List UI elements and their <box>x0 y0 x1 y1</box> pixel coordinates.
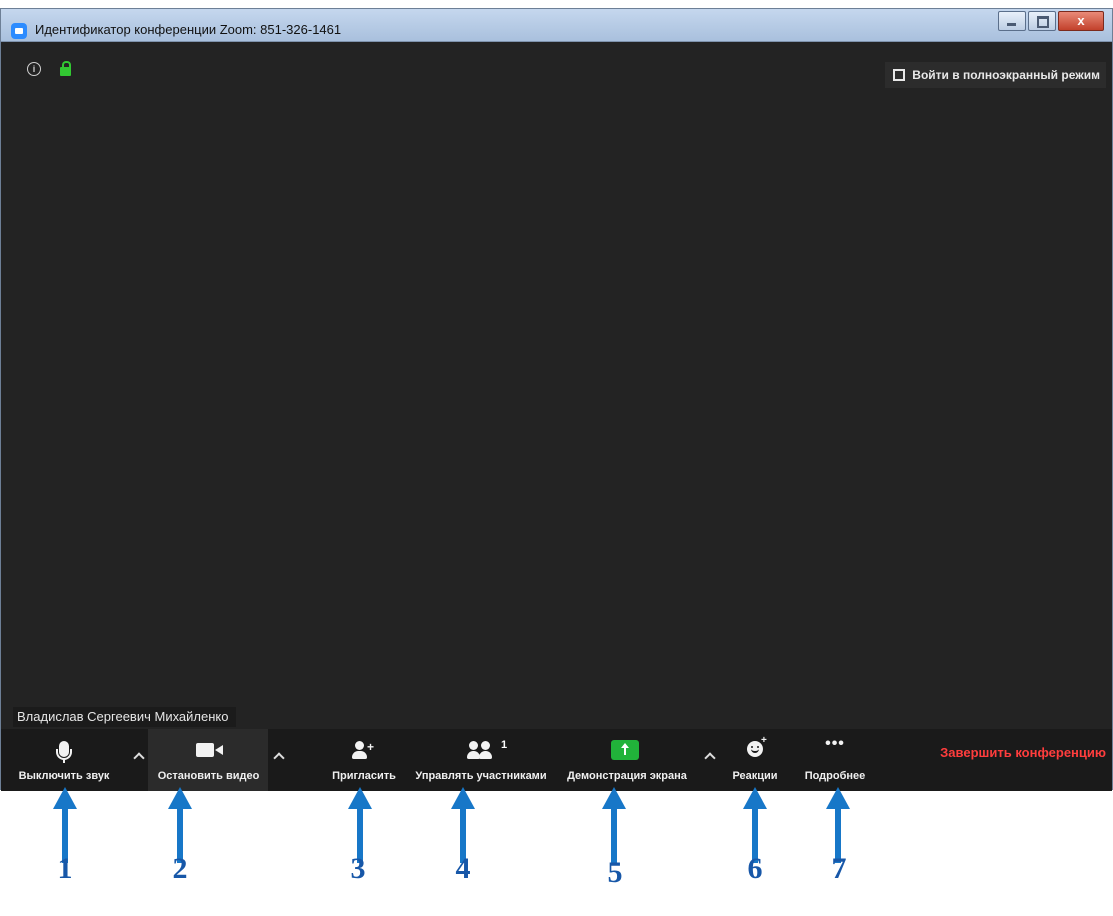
annotation-number-5: 5 <box>607 856 623 889</box>
annotation-arrow-5 <box>602 787 626 863</box>
maximize-button[interactable] <box>1028 11 1056 31</box>
annotation-number-4: 4 <box>455 852 471 885</box>
invite-label: Пригласить <box>332 770 396 782</box>
share-screen-label: Демонстрация экрана <box>567 770 687 782</box>
more-label: Подробнее <box>804 770 866 782</box>
mute-label: Выключить звук <box>18 770 110 782</box>
smiley-reaction-icon: + <box>747 735 767 757</box>
close-icon: x <box>1077 13 1085 28</box>
annotation-number-1: 1 <box>57 852 73 885</box>
participants-count-badge: 1 <box>501 739 508 751</box>
video-options-chevron-up-icon[interactable] <box>272 750 286 762</box>
invite-button[interactable]: + Пригласить <box>326 729 402 791</box>
zoom-app-icon <box>11 23 27 39</box>
more-button[interactable]: ••• Подробнее <box>797 729 873 791</box>
reactions-label: Реакции <box>732 770 778 782</box>
add-person-icon: + <box>352 741 374 759</box>
share-screen-icon <box>611 740 639 760</box>
end-meeting-button[interactable]: Завершить конференцию <box>940 745 1106 760</box>
stop-video-button[interactable]: Остановить видео <box>151 729 266 791</box>
microphone-icon <box>59 741 69 757</box>
share-screen-button[interactable]: Демонстрация экрана <box>557 729 697 791</box>
reactions-button[interactable]: + Реакции <box>723 729 787 791</box>
manage-participants-label: Управлять участниками <box>415 770 547 782</box>
zoom-meeting-window: Идентификатор конференции Zoom: 851-326-… <box>0 8 1113 791</box>
encryption-lock-icon[interactable] <box>60 61 71 76</box>
minimize-button[interactable] <box>998 11 1026 31</box>
more-options-icon: ••• <box>825 735 845 752</box>
participant-name-label: Владислав Сергеевич Михайленко <box>13 707 237 727</box>
window-title: Идентификатор конференции Zoom: 851-326-… <box>35 22 342 37</box>
manage-participants-button[interactable]: Управлять участниками <box>407 729 555 791</box>
annotation-number-6: 6 <box>747 852 763 885</box>
share-options-chevron-up-icon[interactable] <box>703 750 717 762</box>
annotation-number-2: 2 <box>172 852 188 885</box>
annotation-number-7: 7 <box>831 852 847 885</box>
meeting-info-icon[interactable]: i <box>27 62 41 76</box>
stop-video-label: Остановить видео <box>157 770 260 782</box>
participants-icon <box>467 741 493 759</box>
mute-button[interactable]: Выключить звук <box>11 729 117 791</box>
fullscreen-label: Войти в полноэкранный режим <box>912 68 1100 82</box>
audio-options-chevron-up-icon[interactable] <box>132 750 146 762</box>
close-button[interactable]: x <box>1058 11 1104 31</box>
window-controls: x <box>996 11 1104 31</box>
meeting-toolbar: Выключить звук Остановить видео + Пригла… <box>1 729 1112 791</box>
title-bar: Идентификатор конференции Zoom: 851-326-… <box>1 9 1112 42</box>
annotation-number-3: 3 <box>350 852 366 885</box>
video-camera-icon <box>195 743 214 757</box>
enter-fullscreen-button[interactable]: Войти в полноэкранный режим <box>885 62 1106 88</box>
fullscreen-icon <box>893 69 906 81</box>
